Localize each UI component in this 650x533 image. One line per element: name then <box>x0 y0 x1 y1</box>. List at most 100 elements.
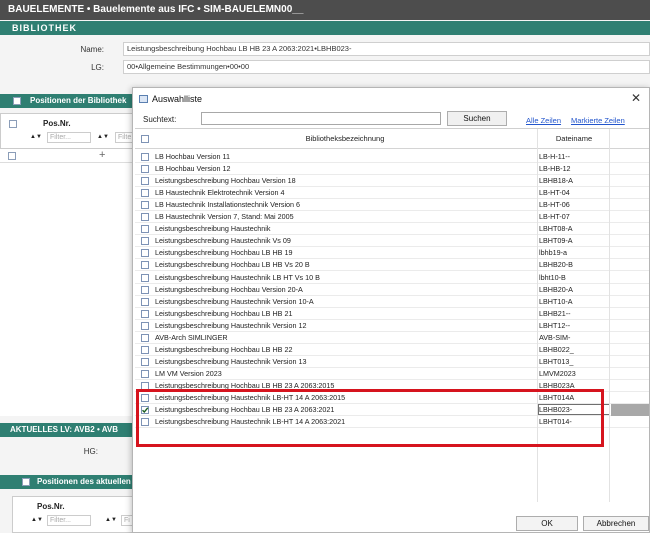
library-name: Leistungsbeschreibung Haustechnik LB HT … <box>155 272 320 282</box>
library-filename: LBHT09-A <box>539 236 573 246</box>
positions-current-label: Positionen des aktuellen <box>37 477 131 486</box>
row-checkbox[interactable] <box>141 225 149 234</box>
search-button[interactable]: Suchen <box>447 111 507 126</box>
library-name: Leistungsbeschreibung Hochbau LB HB 22 <box>155 344 293 354</box>
row-checkbox[interactable] <box>141 418 149 427</box>
search-input[interactable] <box>201 112 441 125</box>
row-checkbox[interactable] <box>141 273 149 282</box>
library-position-row[interactable]: + <box>0 149 133 163</box>
selected-row-tail <box>611 404 649 417</box>
add-icon[interactable]: + <box>99 149 105 161</box>
list-item[interactable]: Leistungsbeschreibung Haustechnik LB-HT … <box>135 416 649 429</box>
sort-icon[interactable]: ▲▼ <box>97 134 109 140</box>
library-name: Leistungsbeschreibung Hochbau LB HB Vs 2… <box>155 260 310 270</box>
library-name: LB Haustechnik Installationstechnik Vers… <box>155 200 301 210</box>
row-checkbox[interactable] <box>141 237 149 246</box>
cancel-button[interactable]: Abbrechen <box>583 516 649 531</box>
row-checkbox[interactable] <box>141 345 149 354</box>
list-item[interactable]: LB Haustechnik Version 7, Stand: Mai 200… <box>135 211 649 224</box>
row-checkbox[interactable] <box>141 213 149 222</box>
row-checkbox[interactable] <box>141 406 149 415</box>
positions-library-toggle-checkbox[interactable] <box>13 97 21 105</box>
list-item[interactable]: Leistungsbeschreibung Hochbau LB HB Vs 2… <box>135 259 649 272</box>
library-name: Leistungsbeschreibung Haustechnik Versio… <box>155 356 307 366</box>
list-item[interactable]: Leistungsbeschreibung Haustechnik Versio… <box>135 356 649 368</box>
column-header-name[interactable]: Bibliotheksbezeichnung <box>155 129 535 149</box>
select-all-checkbox[interactable] <box>141 135 149 143</box>
row-checkbox[interactable] <box>141 357 149 366</box>
row-checkbox[interactable] <box>8 152 16 160</box>
library-name: AVB-Arch SIMLINGER <box>155 332 228 342</box>
row-checkbox[interactable] <box>141 285 149 294</box>
library-filename: LBHT014- <box>539 417 572 427</box>
close-icon[interactable]: ✕ <box>631 91 641 105</box>
window-icon <box>139 95 148 103</box>
list-item[interactable]: Leistungsbeschreibung Hochbau LB HB 22 LB… <box>135 344 649 356</box>
list-item[interactable]: Leistungsbeschreibung Hochbau Version 20… <box>135 284 649 296</box>
column-divider <box>537 129 538 502</box>
library-filename: LBHT014A <box>539 393 575 402</box>
sort-icon[interactable]: ▲▼ <box>105 517 117 523</box>
row-checkbox[interactable] <box>141 201 149 210</box>
list-item[interactable]: LB Hochbau Version 12 LB-HB-12 <box>135 163 649 176</box>
library-select-all-checkbox[interactable] <box>9 120 17 128</box>
library-filename: LMVM2023 <box>539 368 576 378</box>
row-checkbox[interactable] <box>141 165 149 174</box>
sort-icon[interactable]: ▲▼ <box>31 517 43 523</box>
marked-rows-link[interactable]: Markierte Zeilen <box>571 116 625 125</box>
library-filename: LBHT10-A <box>539 296 573 306</box>
row-checkbox[interactable] <box>141 261 149 270</box>
column-header-file[interactable]: Dateiname <box>539 129 609 149</box>
row-checkbox[interactable] <box>141 381 149 390</box>
positions-current-toggle-checkbox[interactable] <box>22 478 30 486</box>
list-item[interactable]: Leistungsbeschreibung Hochbau LB HB 23 A… <box>135 404 649 417</box>
section-header-bibliothek: BIBLIOTHEK <box>0 21 650 35</box>
dialog-title: Auswahlliste <box>139 92 202 106</box>
list-item[interactable]: LM VM Version 2023 LMVM2023 <box>135 368 649 380</box>
library-list-grid: Bibliotheksbezeichnung Dateiname LB Hoch… <box>135 128 649 502</box>
ok-button[interactable]: OK <box>516 516 578 531</box>
row-checkbox[interactable] <box>141 321 149 330</box>
list-item[interactable]: Leistungsbeschreibung Haustechnik Versio… <box>135 320 649 332</box>
sort-icon[interactable]: ▲▼ <box>30 134 42 140</box>
list-item[interactable]: Leistungsbeschreibung Haustechnik Vs 09 L… <box>135 235 649 248</box>
positions-library-bar: Positionen der Bibliothek <box>0 94 133 108</box>
library-name-field[interactable]: Leistungsbeschreibung Hochbau LB HB 23 A… <box>123 42 650 56</box>
row-checkbox[interactable] <box>141 297 149 306</box>
library-name: LB Hochbau Version 11 <box>155 152 230 161</box>
library-filename: LB-HB-12 <box>539 164 571 174</box>
posnr-header: Pos.Nr. <box>43 119 71 128</box>
list-item[interactable]: Leistungsbeschreibung Hochbau LB HB 19 lb… <box>135 247 649 260</box>
library-name: Leistungsbeschreibung Hochbau Version 18 <box>155 176 296 186</box>
library-name: Leistungsbeschreibung Hochbau LB HB 21 <box>155 308 293 318</box>
row-checkbox[interactable] <box>141 333 149 342</box>
list-item[interactable]: LB Haustechnik Installationstechnik Vers… <box>135 199 649 212</box>
row-checkbox[interactable] <box>141 369 149 378</box>
list-item[interactable]: Leistungsbeschreibung Hochbau LB HB 21 LB… <box>135 308 649 320</box>
library-filename: LB-H-11-- <box>539 152 571 161</box>
list-item[interactable]: Leistungsbeschreibung Haustechnik LBHT08-… <box>135 223 649 236</box>
list-item[interactable]: Leistungsbeschreibung Hochbau Version 18… <box>135 175 649 188</box>
row-checkbox[interactable] <box>141 177 149 186</box>
list-item[interactable]: LB Haustechnik Elektrotechnik Version 4 L… <box>135 187 649 200</box>
library-filename: AVB-SIM- <box>539 332 571 342</box>
aktuelles-lv-bar: AKTUELLES LV: AVB2 • AVB <box>0 423 133 437</box>
row-checkbox[interactable] <box>141 394 149 402</box>
list-item[interactable]: LB Hochbau Version 11 LB-H-11-- <box>135 151 649 164</box>
list-item[interactable]: AVB-Arch SIMLINGER AVB-SIM- <box>135 332 649 344</box>
list-item[interactable]: Leistungsbeschreibung Haustechnik LB HT … <box>135 272 649 284</box>
row-checkbox[interactable] <box>141 189 149 198</box>
lg-field[interactable]: 00•Allgemeine Bestimmungen•00•00 <box>123 60 650 74</box>
list-item[interactable]: Leistungsbeschreibung Haustechnik Versio… <box>135 296 649 308</box>
library-filename: LBHB21-- <box>539 308 571 318</box>
list-item[interactable]: Leistungsbeschreibung Hochbau LB HB 23 A… <box>135 380 649 392</box>
library-name: Leistungsbeschreibung Haustechnik Versio… <box>155 320 307 330</box>
row-checkbox[interactable] <box>141 309 149 318</box>
all-rows-link[interactable]: Alle Zeilen <box>526 116 561 125</box>
posnr-filter-input[interactable]: Filter... <box>47 132 91 143</box>
row-checkbox[interactable] <box>141 153 149 161</box>
list-item[interactable]: Leistungsbeschreibung Haustechnik LB-HT … <box>135 392 649 405</box>
row-checkbox[interactable] <box>141 249 149 258</box>
posnr-filter-input[interactable]: Filter... <box>47 515 91 526</box>
library-name: LB Haustechnik Version 7, Stand: Mai 200… <box>155 212 294 222</box>
